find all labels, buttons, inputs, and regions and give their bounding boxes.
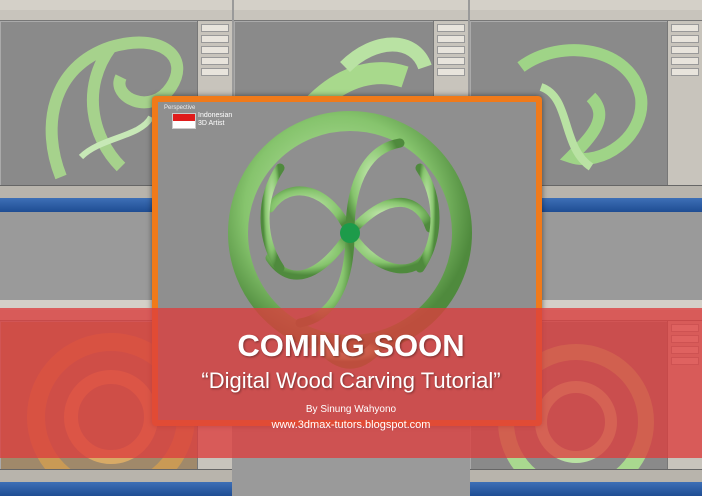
banner-subtitle: “Digital Wood Carving Tutorial” [201, 368, 501, 393]
viewport-label: Perspective [164, 105, 196, 111]
banner-title: COMING SOON [237, 328, 465, 363]
indonesia-flag-icon [172, 113, 196, 129]
banner-author: By Sinung Wahyono [305, 404, 397, 415]
banner-url: www.3dmax-tutors.blogspot.com [271, 419, 431, 431]
